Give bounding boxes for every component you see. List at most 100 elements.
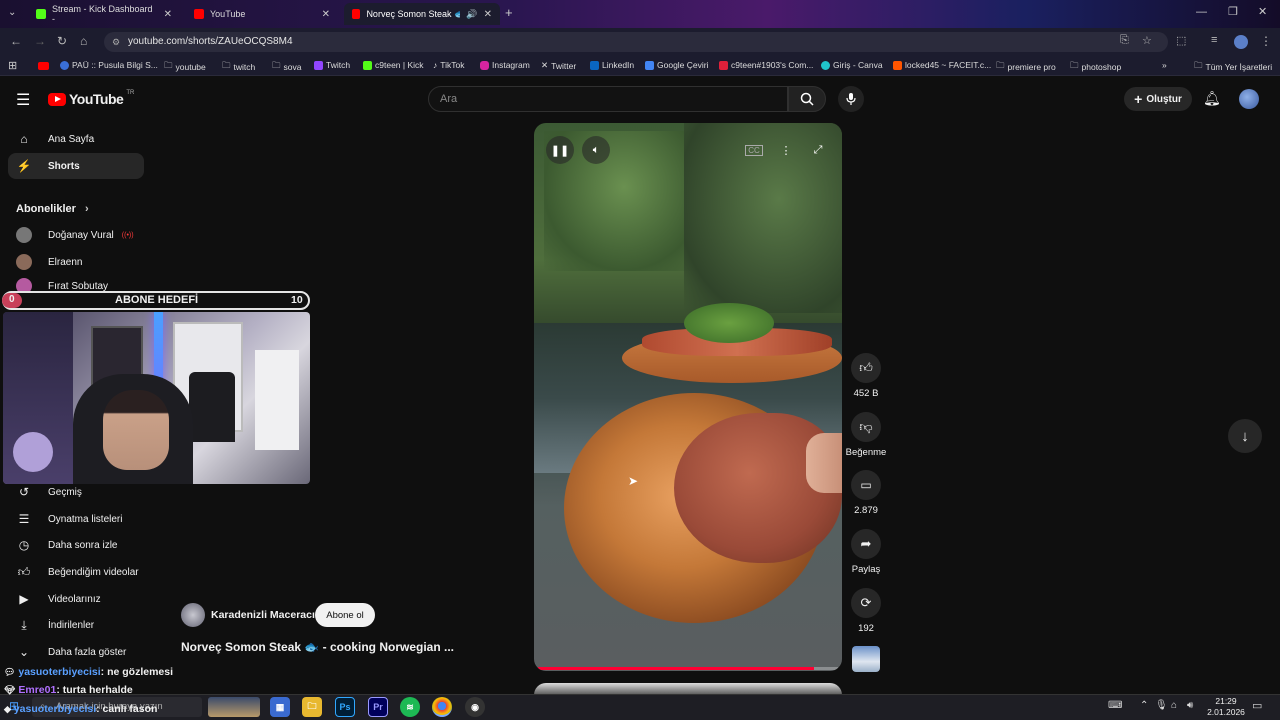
share-button[interactable]: ➦ bbox=[851, 529, 881, 559]
subscription-doganay-vural[interactable]: Doğanay Vural ((•)) bbox=[8, 222, 144, 248]
video-title[interactable]: Norveç Somon Steak 🐟 - cooking Norwegian… bbox=[181, 640, 454, 654]
bookmark-faceit[interactable]: locked45 ~ FACEIT.c... bbox=[893, 60, 991, 70]
bookmark-instagram[interactable]: Instagram bbox=[480, 60, 530, 70]
home-icon[interactable]: ⌂ bbox=[80, 34, 87, 48]
site-info-icon[interactable]: ⚙ bbox=[112, 32, 120, 52]
photoshop-icon[interactable]: Ps bbox=[335, 697, 355, 717]
bookmark-youtube[interactable]: 🗀 youtube bbox=[164, 60, 206, 74]
close-icon[interactable]: ✕ bbox=[484, 9, 492, 20]
obs-icon[interactable]: ◉ bbox=[465, 697, 485, 717]
next-video-button[interactable]: ↓ bbox=[1228, 419, 1262, 453]
sidebar-item-downloads[interactable]: ⤓ İndirilenler bbox=[8, 612, 144, 638]
tab-youtube[interactable]: YouTube ✕ bbox=[186, 3, 338, 25]
sound-thumbnail[interactable] bbox=[852, 646, 880, 672]
mic-tray-icon[interactable]: 🎙︎ bbox=[1155, 700, 1168, 711]
tray-up-arrow-icon[interactable]: ⌃ bbox=[1140, 700, 1148, 711]
video-progress-bar[interactable] bbox=[538, 667, 838, 670]
bookmark-google-translate[interactable]: Google Çeviri bbox=[645, 60, 709, 70]
url-input[interactable]: ⚙ youtube.com/shorts/ZAUeOCQS8M4 bbox=[104, 32, 1168, 52]
bookmark-kick[interactable]: c9teen | Kick bbox=[363, 60, 424, 70]
all-bookmarks[interactable]: 🗀 Tüm Yer İşaretleri bbox=[1194, 60, 1272, 74]
voice-search-button[interactable] bbox=[838, 86, 864, 112]
subscriptions-header[interactable]: Abonelikler › bbox=[16, 203, 89, 215]
chrome-icon[interactable] bbox=[432, 697, 452, 717]
apps-grid-icon[interactable]: ⊞ bbox=[8, 59, 17, 72]
youtube-logo[interactable]: YouTube TR bbox=[48, 90, 134, 107]
speaker-icon[interactable]: 🔊 bbox=[466, 9, 477, 20]
channel-name[interactable]: Karadenizli Maceracı bbox=[211, 609, 315, 621]
window-close-button[interactable]: ✕ bbox=[1258, 5, 1267, 18]
remix-button[interactable]: ⟳ bbox=[851, 588, 881, 618]
close-icon[interactable]: ✕ bbox=[164, 9, 172, 20]
sidebar-item-liked-videos[interactable]: 👍︎ Beğendiğim videolar bbox=[8, 559, 144, 585]
comments-button[interactable]: ▭ bbox=[851, 470, 881, 500]
widget-thumbnail[interactable] bbox=[208, 697, 260, 717]
youtube-bookmark-icon[interactable] bbox=[38, 62, 49, 70]
sidebar-item-playlists[interactable]: ☰ Oynatma listeleri bbox=[8, 506, 144, 532]
captions-button[interactable]: CC bbox=[740, 136, 768, 164]
tab-search-icon[interactable]: ⌄ bbox=[8, 7, 16, 18]
account-avatar[interactable] bbox=[1239, 89, 1259, 109]
bookmark-sova[interactable]: 🗀 sova bbox=[272, 60, 301, 74]
bookmark-canva[interactable]: Giriş - Canva bbox=[821, 60, 883, 70]
fullscreen-button[interactable]: ⤢ bbox=[804, 136, 832, 164]
create-button[interactable]: + Oluştur bbox=[1124, 87, 1192, 111]
bookmarks-more[interactable]: » bbox=[1162, 60, 1167, 70]
profile-avatar[interactable] bbox=[1234, 35, 1248, 49]
minimize-button[interactable]: — bbox=[1196, 6, 1207, 18]
bookmark-pau[interactable]: PAÜ :: Pusula Bilgi S... bbox=[60, 60, 158, 70]
dislike-button[interactable]: 👎︎ bbox=[851, 412, 881, 442]
volume-button[interactable]: 🔈︎ bbox=[582, 136, 610, 164]
search-placeholder: Ara bbox=[440, 93, 458, 105]
forward-arrow-icon[interactable]: → bbox=[34, 34, 46, 48]
close-icon[interactable]: ✕ bbox=[322, 9, 330, 20]
bookmark-linkedin[interactable]: LinkedIn bbox=[590, 60, 634, 70]
bookmark-twitch[interactable]: Twitch bbox=[314, 60, 350, 70]
bookmark-c9teen[interactable]: c9teen#1903's Com... bbox=[719, 60, 813, 70]
search-button[interactable] bbox=[788, 86, 826, 112]
sidebar-show-more[interactable]: ⌄ Daha fazla göster bbox=[8, 639, 144, 665]
file-explorer-icon[interactable]: 🗀 bbox=[302, 697, 322, 717]
clock-time[interactable]: 21:29 bbox=[1208, 696, 1244, 706]
bookmark-tiktok[interactable]: ♪ TikTok bbox=[433, 60, 465, 70]
reload-icon[interactable]: ↻ bbox=[57, 34, 67, 48]
bell-icon[interactable]: 🔔︎ bbox=[1203, 90, 1221, 107]
pause-button[interactable]: ❚❚ bbox=[546, 136, 574, 164]
premiere-icon[interactable]: Pr bbox=[368, 697, 388, 717]
spotify-icon[interactable]: ≋ bbox=[400, 697, 420, 717]
subscription-elraenn[interactable]: Elraenn bbox=[8, 249, 144, 275]
shorts-video-player[interactable]: ❚❚ 🔈︎ CC ⋮ ⤢ bbox=[534, 123, 842, 671]
sidebar-item-home[interactable]: ⌂ Ana Sayfa bbox=[8, 126, 144, 152]
back-arrow-icon[interactable]: ← bbox=[10, 34, 22, 48]
menu-dots-icon[interactable]: ⋮ bbox=[1260, 34, 1272, 48]
bookmark-photoshop[interactable]: 🗀 photoshop bbox=[1070, 60, 1121, 74]
sidebar-item-shorts[interactable]: ⚡ Shorts bbox=[8, 153, 144, 179]
subscribe-button[interactable]: Abone ol bbox=[315, 603, 375, 627]
keyboard-icon[interactable]: ⌨ bbox=[1108, 700, 1122, 711]
sidebar-item-your-videos[interactable]: ▶ Videolarınız bbox=[8, 586, 144, 612]
like-button[interactable]: 👍︎ bbox=[851, 353, 881, 383]
tab-kick-dashboard[interactable]: Stream - Kick Dashboard - ✕ bbox=[28, 3, 180, 25]
bookmark-premiere[interactable]: 🗀 premiere pro bbox=[996, 60, 1056, 74]
calculator-app-icon[interactable]: ▦ bbox=[270, 697, 290, 717]
bookmark-twitter[interactable]: ✕ Twitter bbox=[541, 60, 576, 71]
tab-shorts-video[interactable]: Norveç Somon Steak 🐟 - c 🔊 ✕ bbox=[344, 3, 500, 25]
new-tab-button[interactable]: + bbox=[505, 5, 513, 20]
volume-tray-icon[interactable]: 🔊︎ bbox=[1187, 700, 1193, 711]
channel-avatar[interactable] bbox=[181, 603, 205, 627]
more-options-button[interactable]: ⋮ bbox=[772, 136, 800, 164]
hamburger-menu-icon[interactable]: ☰ bbox=[16, 90, 30, 110]
notifications-icon[interactable]: ▭ bbox=[1252, 699, 1262, 712]
fullscreen-icon: ⤢ bbox=[813, 143, 823, 156]
search-input[interactable]: Ara bbox=[428, 86, 788, 112]
youtube-icon bbox=[352, 9, 361, 19]
install-icon[interactable]: ⎘ bbox=[1120, 34, 1129, 47]
bookmark-twitch-folder[interactable]: 🗀 twitch bbox=[222, 60, 255, 74]
extensions-icon[interactable]: ⬚ bbox=[1176, 34, 1186, 47]
sidebar-item-watch-later[interactable]: ◷ Daha sonra izle bbox=[8, 532, 144, 558]
bookmark-star-icon[interactable]: ☆ bbox=[1142, 34, 1152, 47]
network-icon[interactable]: ⌂ bbox=[1171, 700, 1177, 711]
maximize-button[interactable]: ❐ bbox=[1228, 5, 1238, 18]
media-icon[interactable]: ≡ bbox=[1211, 34, 1217, 46]
clock-date[interactable]: 2.01.2026 bbox=[1202, 707, 1250, 717]
